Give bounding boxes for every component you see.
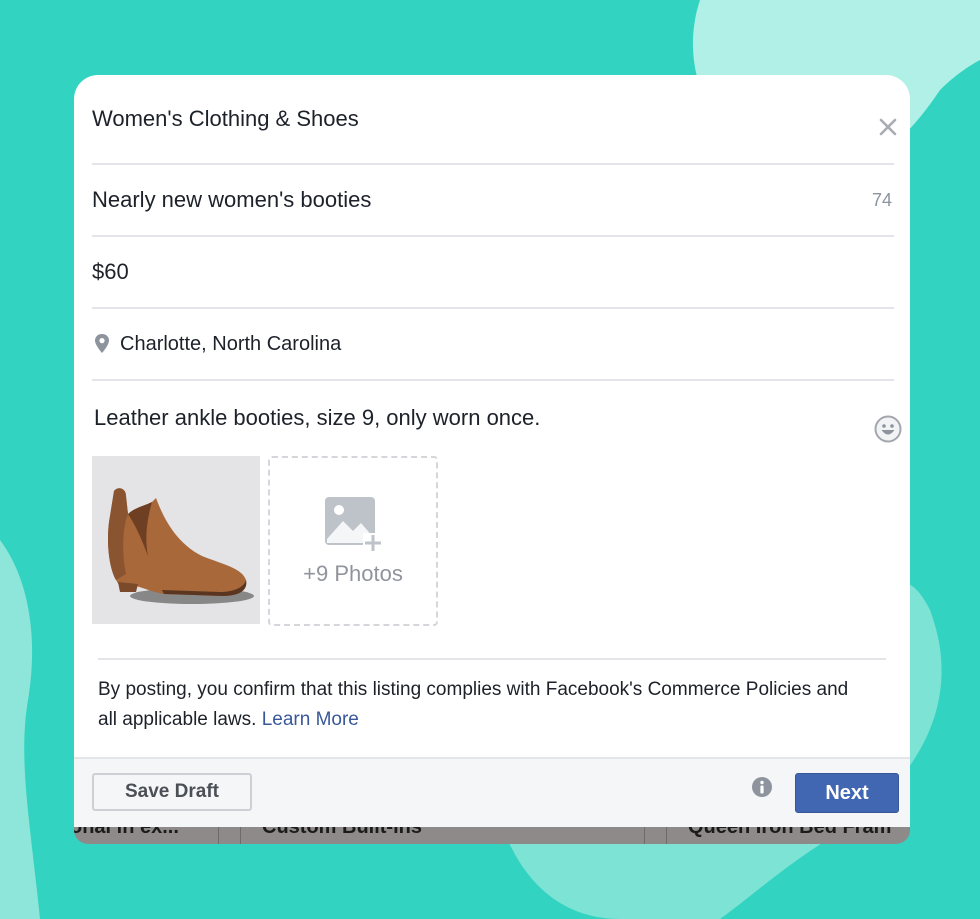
listing-photo[interactable] bbox=[92, 456, 260, 624]
description-field[interactable]: Leather ankle booties, size 9, only worn… bbox=[94, 405, 540, 431]
title-char-count: 74 bbox=[871, 189, 892, 210]
divider bbox=[98, 658, 886, 660]
location-value: Charlotte, North Carolina bbox=[120, 332, 342, 355]
policy-text: By posting, you confirm that this listin… bbox=[98, 679, 849, 730]
emoji-icon[interactable] bbox=[874, 415, 902, 443]
background-blob-left bbox=[0, 540, 40, 919]
price-value: $60 bbox=[92, 259, 129, 284]
create-listing-dialog: Women's Clothing & Shoes Nearly new wome… bbox=[74, 75, 910, 827]
next-button[interactable]: Next bbox=[795, 773, 899, 813]
boot-image bbox=[92, 456, 260, 624]
price-field[interactable]: $60 bbox=[92, 237, 894, 309]
category-field[interactable]: Women's Clothing & Shoes bbox=[92, 75, 894, 165]
learn-more-link[interactable]: Learn More bbox=[262, 709, 359, 730]
info-icon[interactable] bbox=[751, 776, 773, 798]
title-field[interactable]: Nearly new women's booties 74 bbox=[92, 165, 894, 237]
policy-notice: By posting, you confirm that this listin… bbox=[98, 675, 858, 735]
dialog-footer: Save Draft Next bbox=[74, 757, 910, 827]
category-value: Women's Clothing & Shoes bbox=[92, 106, 359, 131]
save-draft-button[interactable]: Save Draft bbox=[92, 773, 252, 811]
location-field[interactable]: Charlotte, North Carolina bbox=[92, 309, 894, 381]
add-photos-button[interactable]: +9 Photos bbox=[268, 456, 438, 626]
map-pin-icon bbox=[95, 334, 109, 353]
add-photo-icon bbox=[325, 497, 383, 551]
add-photos-label: +9 Photos bbox=[303, 561, 403, 586]
close-icon[interactable] bbox=[878, 117, 898, 137]
title-value: Nearly new women's booties bbox=[92, 187, 372, 212]
